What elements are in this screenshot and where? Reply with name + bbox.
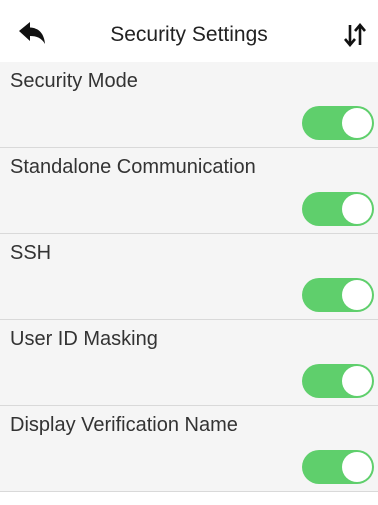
setting-label: Display Verification Name — [10, 414, 238, 436]
setting-row-ssh[interactable]: SSH — [0, 234, 378, 320]
setting-row-user-id-masking[interactable]: User ID Masking — [0, 320, 378, 406]
setting-label: SSH — [10, 242, 52, 264]
setting-label: Security Mode — [10, 70, 138, 92]
toggle-knob — [342, 280, 372, 310]
header-bar: Security Settings — [0, 0, 378, 62]
setting-row-standalone-communication[interactable]: Standalone Communication — [0, 148, 378, 234]
ssh-toggle[interactable] — [302, 278, 374, 312]
setting-label: User ID Masking — [10, 328, 158, 350]
sort-arrows-icon — [344, 23, 366, 47]
setting-label: Standalone Communication — [10, 156, 256, 178]
user-id-masking-toggle[interactable] — [302, 364, 374, 398]
toggle-knob — [342, 108, 372, 138]
settings-list: Security Mode Standalone Communication S… — [0, 62, 378, 492]
security-mode-toggle[interactable] — [302, 106, 374, 140]
toggle-knob — [342, 452, 372, 482]
display-verification-name-toggle[interactable] — [302, 450, 374, 484]
setting-row-security-mode[interactable]: Security Mode — [0, 62, 378, 148]
setting-row-display-verification-name[interactable]: Display Verification Name — [0, 406, 378, 492]
toggle-knob — [342, 366, 372, 396]
toggle-knob — [342, 194, 372, 224]
sort-button[interactable] — [338, 20, 372, 50]
page-title: Security Settings — [110, 23, 268, 46]
standalone-communication-toggle[interactable] — [302, 192, 374, 226]
